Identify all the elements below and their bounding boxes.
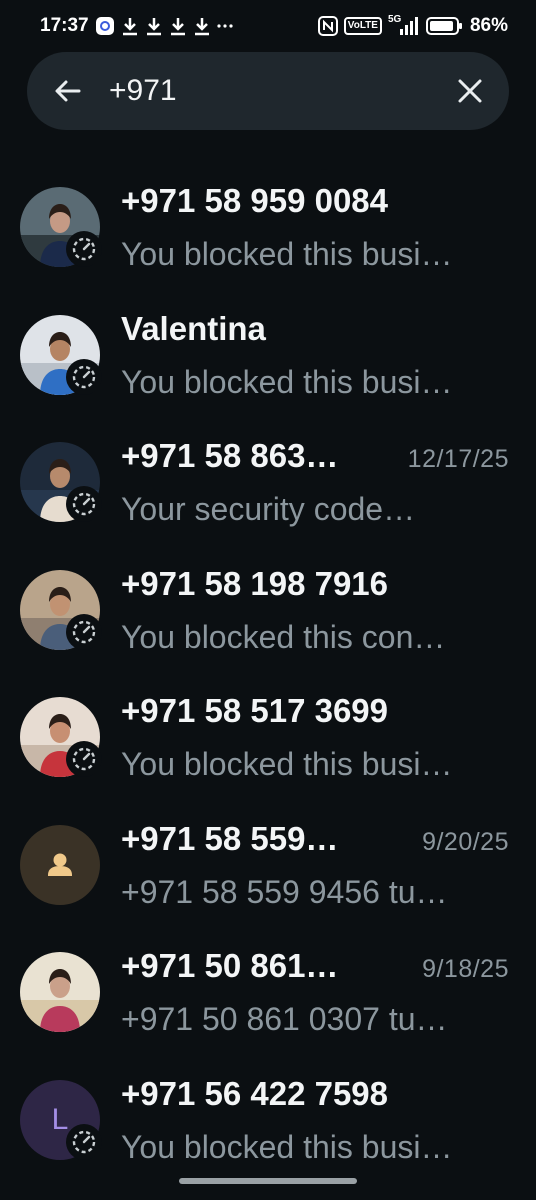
chat-name: +971 58 863… <box>121 437 339 474</box>
chat-preview: Your security code… <box>121 491 416 527</box>
chat-row[interactable]: +971 58 863… 12/17/25 Your security code… <box>0 415 536 543</box>
download-icon <box>193 16 211 36</box>
more-notifications-icon <box>217 22 233 30</box>
chat-preview: You blocked this busi… <box>121 236 453 272</box>
chat-name: +971 50 861… <box>121 947 339 984</box>
chat-preview: You blocked this busi… <box>121 1128 453 1165</box>
clear-search-icon[interactable] <box>457 78 483 104</box>
chat-row[interactable]: L +971 56 422 7598 You blocked this busi… <box>0 1053 536 1181</box>
nfc-icon <box>317 16 338 36</box>
chat-row[interactable]: +971 58 198 7916 You blocked this con… <box>0 543 536 671</box>
chat-name: +971 56 422 7598 <box>121 1074 389 1112</box>
chat-preview: You blocked this busi… <box>121 363 453 400</box>
chat-name: +971 58 559… <box>121 819 339 857</box>
disappearing-timer-icon <box>66 358 102 395</box>
contact-avatar[interactable] <box>20 824 100 905</box>
chat-row[interactable]: +971 58 959 0084 You blocked this busi… <box>0 160 536 288</box>
battery-icon <box>425 16 464 36</box>
chat-date: 12/17/25 <box>407 445 509 473</box>
chat-row[interactable]: +971 58 517 3699 You blocked this busi… <box>0 670 536 798</box>
profile-photo <box>20 952 100 1032</box>
app-notification-icon <box>95 16 115 36</box>
download-icon <box>121 16 139 36</box>
search-input[interactable]: +971 <box>109 74 457 108</box>
status-bar: 17:37 VoLTE 5G 86% <box>0 0 536 52</box>
chat-row[interactable]: Valentina You blocked this busi… <box>0 288 536 416</box>
chat-preview: +971 58 559 9456 tu… <box>121 873 448 910</box>
chat-name: +971 58 959 0084 <box>121 182 389 219</box>
chat-preview: You blocked this busi… <box>121 746 453 782</box>
disappearing-timer-icon <box>66 486 102 522</box>
volte-badge: VoLTE <box>343 17 382 35</box>
disappearing-timer-icon <box>66 231 102 267</box>
chat-preview: You blocked this con… <box>121 618 446 655</box>
chat-date: 9/18/25 <box>422 955 509 983</box>
chat-list: +971 58 959 0084 You blocked this busi… Va… <box>0 160 536 1180</box>
download-icon <box>145 16 163 36</box>
home-indicator[interactable] <box>179 1178 357 1184</box>
chat-row[interactable]: +971 50 861… 9/18/25 +971 50 861 0307 tu… <box>0 925 536 1053</box>
chat-name: +971 58 517 3699 <box>121 692 389 729</box>
person-icon <box>48 853 72 876</box>
battery-level: 86% <box>469 15 508 36</box>
clock: 17:37 <box>40 15 89 36</box>
contact-avatar[interactable] <box>20 952 100 1032</box>
search-bar: +971 <box>27 52 509 130</box>
back-arrow-icon[interactable] <box>53 76 83 106</box>
chat-name: +971 58 198 7916 <box>121 564 389 602</box>
chat-date: 9/20/25 <box>422 827 509 856</box>
signal-icon: 5G <box>387 14 420 36</box>
disappearing-timer-icon <box>66 613 102 650</box>
avatar-letter: L <box>51 1102 69 1136</box>
chat-preview: +971 50 861 0307 tu… <box>121 1001 448 1037</box>
disappearing-timer-icon <box>66 1123 102 1160</box>
chat-name: Valentina <box>121 309 266 347</box>
chat-row[interactable]: +971 58 559… 9/20/25 +971 58 559 9456 tu… <box>0 798 536 926</box>
network-type: 5G <box>387 14 402 25</box>
disappearing-timer-icon <box>66 741 102 777</box>
download-icon <box>169 16 187 36</box>
